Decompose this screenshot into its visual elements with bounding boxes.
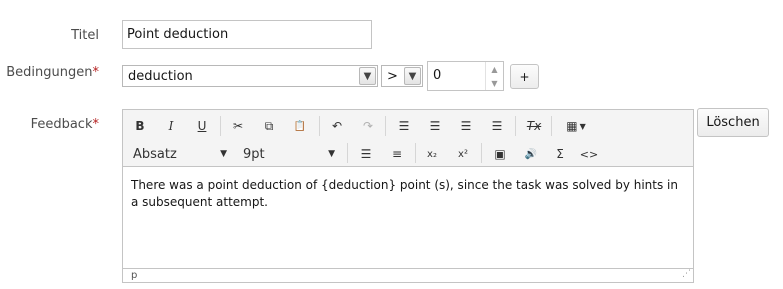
title-input[interactable]: [122, 20, 372, 49]
chevron-down-icon: ▼: [359, 67, 376, 85]
delete-button[interactable]: Löschen: [697, 108, 769, 137]
condition-select-value: deduction: [128, 68, 193, 84]
font-size-dropdown[interactable]: 9pt ▼: [243, 144, 335, 164]
clear-format-icon[interactable]: Tx: [523, 115, 545, 137]
number-stepper[interactable]: 0 ▲ ▼: [427, 61, 504, 91]
code-icon[interactable]: <>: [578, 143, 600, 165]
stepper-up-icon[interactable]: ▲: [486, 62, 503, 76]
cut-icon[interactable]: ✂: [227, 115, 249, 137]
bullet-list-icon[interactable]: ☰: [355, 143, 377, 165]
redo-icon[interactable]: ↷: [357, 115, 379, 137]
number-stepper-value: 0: [433, 68, 442, 83]
underline-icon[interactable]: U: [191, 115, 213, 137]
media-icon[interactable]: 🔊: [520, 143, 542, 165]
element-path: p: [131, 270, 138, 281]
copy-icon[interactable]: ⧉: [258, 115, 280, 137]
numbered-list-icon[interactable]: ≡: [386, 143, 408, 165]
add-condition-button[interactable]: +: [510, 64, 539, 89]
editor-toolbar: B I U ✂ ⧉ 📋 ↶ ↷ ☰ ☰ ☰ ☰ Tx ▦ ▼ Absatz ▼ 9p…: [123, 110, 693, 167]
bold-icon[interactable]: B: [129, 115, 151, 137]
align-justify-icon[interactable]: ☰: [486, 115, 508, 137]
rich-text-editor: B I U ✂ ⧉ 📋 ↶ ↷ ☰ ☰ ☰ ☰ Tx ▦ ▼ Absatz ▼ 9p…: [122, 109, 694, 283]
align-left-icon[interactable]: ☰: [393, 115, 415, 137]
required-mark: *: [92, 65, 100, 80]
editor-content[interactable]: There was a point deduction of {deductio…: [123, 167, 693, 267]
align-right-icon[interactable]: ☰: [455, 115, 477, 137]
stepper-down-icon[interactable]: ▼: [486, 76, 503, 90]
format-dropdown[interactable]: Absatz ▼: [133, 144, 227, 164]
undo-icon[interactable]: ↶: [326, 115, 348, 137]
operator-select[interactable]: > ▼: [381, 65, 423, 87]
title-label: Titel: [71, 28, 99, 43]
italic-icon[interactable]: I: [160, 115, 182, 137]
operator-select-value: >: [387, 68, 398, 84]
condition-select[interactable]: deduction ▼: [122, 65, 378, 87]
editor-statusbar: p ⋰: [123, 268, 693, 282]
subscript-icon[interactable]: x₂: [421, 143, 443, 165]
superscript-icon[interactable]: x²: [452, 143, 474, 165]
sum-icon[interactable]: Σ: [549, 143, 571, 165]
conditions-label: Bedingungen*: [6, 65, 99, 80]
image-icon[interactable]: ▣: [489, 143, 511, 165]
resize-grip-icon[interactable]: ⋰: [682, 268, 691, 281]
paste-icon[interactable]: 📋: [289, 115, 311, 137]
table-icon[interactable]: ▦ ▼: [561, 115, 591, 137]
chevron-down-icon: ▼: [404, 67, 421, 85]
align-center-icon[interactable]: ☰: [424, 115, 446, 137]
required-mark: *: [92, 117, 100, 132]
feedback-label: Feedback*: [30, 117, 100, 132]
